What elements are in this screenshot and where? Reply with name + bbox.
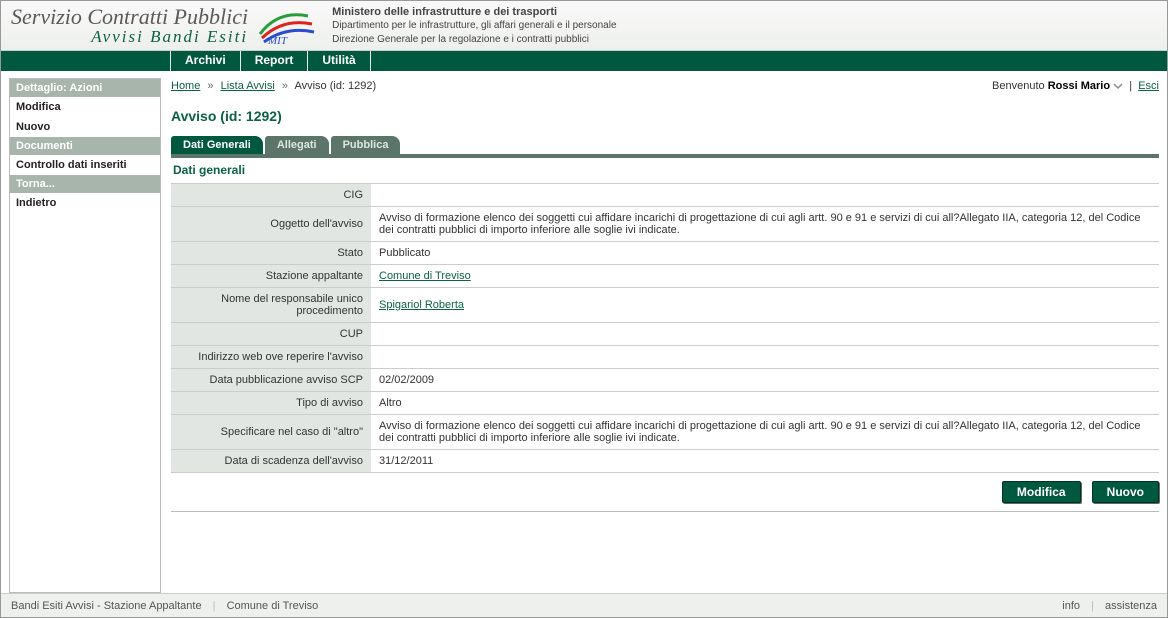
row-datapub-value: 02/02/2009: [371, 369, 1159, 392]
app-title-line1: Servizio Contratti Pubblici: [11, 5, 248, 28]
sidebar-item-nuovo[interactable]: Nuovo: [10, 117, 160, 137]
row-stato-value: Pubblicato: [371, 242, 1159, 265]
logout-link[interactable]: Esci: [1138, 80, 1159, 92]
app-title-line2: Avvisi Bandi Esiti: [11, 28, 248, 46]
section-title: Dati generali: [171, 158, 1159, 184]
row-indirizzo-value: [371, 346, 1159, 369]
ministero-line3: Direzione Generale per la regolazione e …: [332, 34, 589, 45]
nav-archivi[interactable]: Archivi: [170, 51, 241, 71]
welcome-label: Benvenuto: [992, 80, 1045, 92]
nav-report[interactable]: Report: [240, 51, 309, 71]
chevron-down-icon[interactable]: [1113, 81, 1123, 91]
footer-info[interactable]: info: [1062, 600, 1080, 612]
footer-assistenza[interactable]: assistenza: [1105, 600, 1157, 612]
row-tipo-value: Altro: [371, 392, 1159, 415]
row-responsabile-link[interactable]: Spigariol Roberta: [379, 299, 464, 311]
row-responsabile-label: Nome del responsabile unico procedimento: [171, 288, 371, 323]
breadcrumb-lista[interactable]: Lista Avvisi: [221, 80, 275, 92]
row-datapub-label: Data pubblicazione avviso SCP: [171, 369, 371, 392]
footer-left1: Bandi Esiti Avvisi - Stazione Appaltante: [11, 600, 202, 612]
sidebar-sec-documenti: Documenti: [10, 137, 160, 155]
page-title: Avviso (id: 1292): [171, 108, 1159, 124]
row-tipo-label: Tipo di avviso: [171, 392, 371, 415]
mit-logo-icon: MIT: [258, 6, 318, 46]
nav-utilita[interactable]: Utilità: [307, 51, 370, 71]
row-cup-value: [371, 323, 1159, 346]
row-cup-label: CUP: [171, 323, 371, 346]
ministero-line2: Dipartimento per le infrastrutture, gli …: [332, 20, 616, 31]
row-stazione-link[interactable]: Comune di Treviso: [379, 270, 471, 282]
row-stazione-label: Stazione appaltante: [171, 265, 371, 288]
sidebar-item-modifica[interactable]: Modifica: [10, 97, 160, 117]
modifica-button[interactable]: Modifica: [1002, 481, 1081, 503]
tab-allegati[interactable]: Allegati: [265, 136, 329, 154]
row-indirizzo-label: Indirizzo web ove reperire l'avviso: [171, 346, 371, 369]
footer-left2: Comune di Treviso: [227, 600, 319, 612]
user-box: Benvenuto Rossi Mario | Esci: [992, 80, 1159, 92]
breadcrumb-home[interactable]: Home: [171, 80, 200, 92]
row-scad-label: Data di scadenza dell'avviso: [171, 450, 371, 473]
row-oggetto-label: Oggetto dell'avviso: [171, 207, 371, 242]
row-cig-value: [371, 184, 1159, 207]
svg-text:MIT: MIT: [267, 35, 288, 46]
sidebar-sec-torna: Torna...: [10, 175, 160, 193]
row-oggetto-value: Avviso di formazione elenco dei soggetti…: [371, 207, 1159, 242]
row-spec-label: Specificare nel caso di "altro": [171, 415, 371, 450]
tab-dati-generali[interactable]: Dati Generali: [171, 136, 263, 154]
breadcrumb-current: Avviso (id: 1292): [294, 80, 376, 92]
detail-table: CIG Oggetto dell'avviso Avviso di formaz…: [171, 184, 1159, 473]
row-scad-value: 31/12/2011: [371, 450, 1159, 473]
row-cig-label: CIG: [171, 184, 371, 207]
user-name: Rossi Mario: [1048, 80, 1110, 92]
breadcrumb: Home » Lista Avvisi » Avviso (id: 1292): [171, 80, 376, 92]
sidebar-item-indietro[interactable]: Indietro: [10, 193, 160, 213]
row-stato-label: Stato: [171, 242, 371, 265]
ministero-title: Ministero delle infrastrutture e dei tra…: [332, 6, 557, 18]
tab-pubblica[interactable]: Pubblica: [331, 136, 401, 154]
row-spec-value: Avviso di formazione elenco dei soggetti…: [371, 415, 1159, 450]
nuovo-button[interactable]: Nuovo: [1092, 481, 1159, 503]
sidebar-sec-azioni: Dettaglio: Azioni: [10, 79, 160, 97]
sidebar-item-controllo[interactable]: Controllo dati inseriti: [10, 155, 160, 175]
